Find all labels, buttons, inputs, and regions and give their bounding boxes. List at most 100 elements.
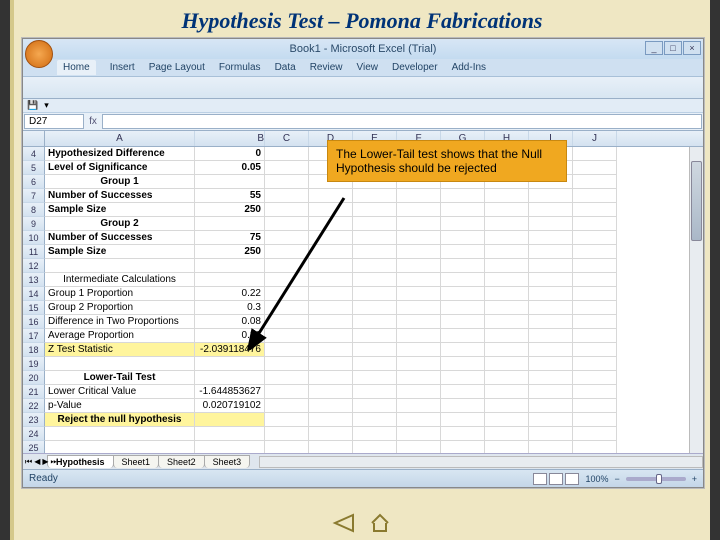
cell-B15[interactable]: 0.3 [195, 301, 265, 315]
save-icon[interactable]: 💾 [27, 100, 38, 111]
cell-H23[interactable] [485, 413, 529, 427]
cell-F9[interactable] [397, 217, 441, 231]
cell-I14[interactable] [529, 287, 573, 301]
cell-F20[interactable] [397, 371, 441, 385]
cell-I19[interactable] [529, 357, 573, 371]
cell-A9[interactable]: Group 2 [45, 217, 195, 231]
cell-J16[interactable] [573, 315, 617, 329]
row-header[interactable]: 23 [23, 413, 45, 427]
cell-F18[interactable] [397, 343, 441, 357]
cell-D7[interactable] [309, 189, 353, 203]
cell-I17[interactable] [529, 329, 573, 343]
cell-I13[interactable] [529, 273, 573, 287]
cell-E23[interactable] [353, 413, 397, 427]
cell-A18[interactable]: Z Test Statistic [45, 343, 195, 357]
cell-B17[interactable]: 0.26 [195, 329, 265, 343]
cell-E8[interactable] [353, 203, 397, 217]
spreadsheet-grid[interactable]: 4Hypothesized Difference05Level of Signi… [23, 147, 689, 453]
cell-G14[interactable] [441, 287, 485, 301]
cell-H7[interactable] [485, 189, 529, 203]
ribbon-tab-data[interactable]: Data [275, 62, 296, 73]
cell-I25[interactable] [529, 441, 573, 453]
cell-F21[interactable] [397, 385, 441, 399]
column-header-J[interactable]: J [573, 131, 617, 146]
cell-I23[interactable] [529, 413, 573, 427]
cell-J22[interactable] [573, 399, 617, 413]
row-header[interactable]: 19 [23, 357, 45, 371]
ribbon-tab-insert[interactable]: Insert [110, 62, 135, 73]
cell-C11[interactable] [265, 245, 309, 259]
cell-H19[interactable] [485, 357, 529, 371]
cell-D11[interactable] [309, 245, 353, 259]
row-header[interactable]: 14 [23, 287, 45, 301]
cell-B19[interactable] [195, 357, 265, 371]
vertical-scrollbar[interactable] [689, 147, 703, 453]
fx-icon[interactable]: fx [85, 113, 101, 130]
cell-I15[interactable] [529, 301, 573, 315]
cell-F23[interactable] [397, 413, 441, 427]
view-mode-icons[interactable] [533, 473, 579, 485]
cell-B21[interactable]: -1.644853627 [195, 385, 265, 399]
zoom-in-icon[interactable]: + [692, 474, 697, 484]
cell-E21[interactable] [353, 385, 397, 399]
cell-E18[interactable] [353, 343, 397, 357]
cell-C17[interactable] [265, 329, 309, 343]
row-header[interactable]: 15 [23, 301, 45, 315]
scrollbar-thumb[interactable] [691, 161, 702, 241]
cell-B23[interactable] [195, 413, 265, 427]
cell-B6[interactable] [195, 175, 265, 189]
cell-B11[interactable]: 250 [195, 245, 265, 259]
cell-J24[interactable] [573, 427, 617, 441]
cell-C4[interactable] [265, 147, 309, 161]
cell-D24[interactable] [309, 427, 353, 441]
cell-C5[interactable] [265, 161, 309, 175]
cell-H20[interactable] [485, 371, 529, 385]
row-header[interactable]: 17 [23, 329, 45, 343]
cell-D13[interactable] [309, 273, 353, 287]
cell-J15[interactable] [573, 301, 617, 315]
cell-D17[interactable] [309, 329, 353, 343]
column-header-B[interactable]: B [195, 131, 265, 146]
cell-E22[interactable] [353, 399, 397, 413]
cell-E12[interactable] [353, 259, 397, 273]
cell-E13[interactable] [353, 273, 397, 287]
cell-B9[interactable] [195, 217, 265, 231]
cell-G12[interactable] [441, 259, 485, 273]
cell-D12[interactable] [309, 259, 353, 273]
cell-D10[interactable] [309, 231, 353, 245]
row-header[interactable]: 6 [23, 175, 45, 189]
cell-H12[interactable] [485, 259, 529, 273]
cell-G18[interactable] [441, 343, 485, 357]
cell-E17[interactable] [353, 329, 397, 343]
cell-G22[interactable] [441, 399, 485, 413]
cell-B10[interactable]: 75 [195, 231, 265, 245]
ribbon-tab-add-ins[interactable]: Add-Ins [452, 62, 486, 73]
cell-H14[interactable] [485, 287, 529, 301]
row-header[interactable]: 21 [23, 385, 45, 399]
cell-I18[interactable] [529, 343, 573, 357]
cell-A21[interactable]: Lower Critical Value [45, 385, 195, 399]
cell-F11[interactable] [397, 245, 441, 259]
row-header[interactable]: 12 [23, 259, 45, 273]
cell-D15[interactable] [309, 301, 353, 315]
sheet-tab-sheet1[interactable]: Sheet1 [113, 455, 160, 468]
cell-C6[interactable] [265, 175, 309, 189]
cell-H9[interactable] [485, 217, 529, 231]
minimize-button[interactable]: _ [645, 41, 663, 55]
cell-C18[interactable] [265, 343, 309, 357]
zoom-out-icon[interactable]: − [614, 474, 619, 484]
cell-I24[interactable] [529, 427, 573, 441]
name-box[interactable]: D27 [24, 114, 84, 129]
row-header[interactable]: 5 [23, 161, 45, 175]
cell-E24[interactable] [353, 427, 397, 441]
cell-I10[interactable] [529, 231, 573, 245]
cell-H15[interactable] [485, 301, 529, 315]
cell-E20[interactable] [353, 371, 397, 385]
cell-D16[interactable] [309, 315, 353, 329]
cell-A25[interactable] [45, 441, 195, 453]
sheet-nav-icon[interactable]: ▶ [42, 457, 48, 467]
cell-F25[interactable] [397, 441, 441, 453]
column-header-A[interactable]: A [45, 131, 195, 146]
cell-J21[interactable] [573, 385, 617, 399]
office-button-icon[interactable] [25, 40, 53, 68]
